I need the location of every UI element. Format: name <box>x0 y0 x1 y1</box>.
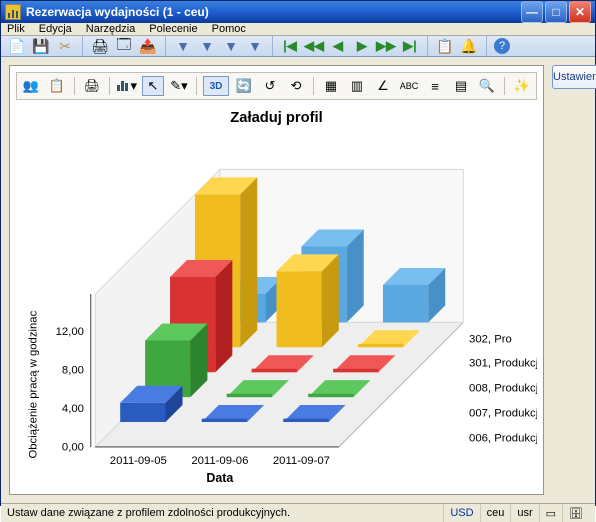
separator <box>504 77 505 95</box>
menu-help[interactable]: Pomoc <box>212 23 246 35</box>
xtick: 2011-09-07 <box>273 455 330 467</box>
nav-rewind-icon[interactable]: ◀◀ <box>304 36 324 56</box>
axes-icon[interactable]: ∠ <box>372 76 394 96</box>
separator <box>313 77 314 95</box>
export-icon[interactable]: 📤 <box>138 36 158 56</box>
window-title: Rezerwacja wydajności (1 - ceu) <box>26 5 519 19</box>
people-icon[interactable]: 👥 <box>20 76 42 96</box>
zoom-icon[interactable]: 🔍 <box>476 76 498 96</box>
filter3-icon[interactable]: ▼ <box>221 36 241 56</box>
separator <box>82 36 83 56</box>
chart-area: Załaduj profil 0,00 4,00 8,00 12,00 Obci… <box>16 100 537 488</box>
menu-command[interactable]: Polecenie <box>149 23 197 35</box>
x-axis-label: Data <box>206 471 233 485</box>
nav-prev-icon[interactable]: ◀ <box>328 36 348 56</box>
menu-file[interactable]: Plik <box>7 23 25 35</box>
props-icon[interactable]: ▤ <box>450 76 472 96</box>
status-db-icon[interactable]: 🗄 <box>562 504 589 522</box>
menu-edit[interactable]: Edycja <box>39 23 72 35</box>
bar-301-c1 <box>277 254 339 347</box>
grid-icon[interactable]: ▥ <box>346 76 368 96</box>
rotate3-icon[interactable]: ⟲ <box>285 76 307 96</box>
chart-toolbar: 👥 📋 🖨 ▾ ↖ ✎▾ 3D 🔄 ↺ ⟲ ▦ ▥ ∠ ABC ≡ ▤ <box>16 72 537 100</box>
app-window: Rezerwacja wydajności (1 - ceu) — □ ✕ Pl… <box>0 0 596 506</box>
chart-type-icon[interactable]: ▾ <box>116 76 138 96</box>
filter2-icon[interactable]: ▼ <box>197 36 217 56</box>
rotate-icon[interactable]: 🔄 <box>233 76 255 96</box>
doc-icon[interactable]: 📋 <box>435 36 455 56</box>
save-icon[interactable]: 💾 <box>31 36 51 56</box>
side-pane: Ustawienia <box>552 65 596 495</box>
print-icon[interactable]: 🖨 <box>90 36 110 56</box>
close-button[interactable]: ✕ <box>569 1 591 23</box>
content-area: 👥 📋 🖨 ▾ ↖ ✎▾ 3D 🔄 ↺ ⟲ ▦ ▥ ∠ ABC ≡ ▤ <box>1 57 595 503</box>
bell-icon[interactable]: 🔔 <box>459 36 479 56</box>
chart-svg: Załaduj profil 0,00 4,00 8,00 12,00 Obci… <box>16 100 537 488</box>
rotate2-icon[interactable]: ↺ <box>259 76 281 96</box>
ytick: 12,00 <box>56 326 84 338</box>
list-icon[interactable]: ≡ <box>424 76 446 96</box>
separator <box>486 36 487 56</box>
status-currency[interactable]: USD <box>443 504 479 522</box>
y-axis-label: Obciążenie pracą w godzinac <box>27 310 39 458</box>
3d-toggle[interactable]: 3D <box>203 76 229 96</box>
series-label: 007, Produkcja <box>469 407 537 419</box>
filter4-icon[interactable]: ▼ <box>245 36 265 56</box>
new-icon[interactable]: 📄 <box>7 36 27 56</box>
main-toolbar: 📄 💾 ✂ 🖨 🗔 📤 ▼ ▼ ▼ ▼ |◀ ◀◀ ◀ ▶ ▶▶ ▶| 📋 🔔 … <box>1 36 595 57</box>
pointer-icon[interactable]: ↖ <box>142 76 164 96</box>
labels-icon[interactable]: ABC <box>398 76 420 96</box>
copy-icon[interactable]: 📋 <box>46 76 68 96</box>
maximize-button[interactable]: □ <box>545 1 567 23</box>
legend-icon[interactable]: ▦ <box>320 76 342 96</box>
settings-button[interactable]: Ustawienia <box>552 65 596 89</box>
chart-title: Załaduj profil <box>230 110 322 126</box>
xtick: 2011-09-06 <box>191 455 248 467</box>
status-window-icon[interactable]: ▭ <box>539 504 562 522</box>
help-icon[interactable]: ? <box>494 38 510 54</box>
separator <box>196 77 197 95</box>
status-user[interactable]: usr <box>510 504 538 522</box>
bar-302-c2 <box>383 268 445 322</box>
filter1-icon[interactable]: ▼ <box>173 36 193 56</box>
series-label: 302, Pro <box>469 334 512 346</box>
cut-icon[interactable]: ✂ <box>55 36 75 56</box>
nav-last-icon[interactable]: ▶| <box>400 36 420 56</box>
separator <box>74 77 75 95</box>
chart-frame: 👥 📋 🖨 ▾ ↖ ✎▾ 3D 🔄 ↺ ⟲ ▦ ▥ ∠ ABC ≡ ▤ <box>9 65 544 495</box>
app-icon <box>5 4 21 20</box>
nav-next-icon[interactable]: ▶ <box>352 36 372 56</box>
ytick: 8,00 <box>62 364 84 376</box>
ytick: 4,00 <box>62 403 84 415</box>
separator <box>165 36 166 56</box>
separator <box>109 77 110 95</box>
nav-forward-icon[interactable]: ▶▶ <box>376 36 396 56</box>
menubar: Plik Edycja Narzędzia Polecenie Pomoc <box>1 23 595 36</box>
status-company[interactable]: ceu <box>480 504 511 522</box>
preview-icon[interactable]: 🗔 <box>114 36 134 56</box>
separator <box>427 36 428 56</box>
wand-icon[interactable]: ✨ <box>511 76 533 96</box>
series-label: 006, Produkcja <box>469 432 537 444</box>
series-label: 301, Produkcja <box>469 358 537 370</box>
nav-first-icon[interactable]: |◀ <box>280 36 300 56</box>
series-label: 008, Produkcja <box>469 382 537 394</box>
status-text: Ustaw dane związane z profilem zdolności… <box>7 507 443 519</box>
pen-icon[interactable]: ✎▾ <box>168 76 190 96</box>
print-chart-icon[interactable]: 🖨 <box>81 76 103 96</box>
titlebar[interactable]: Rezerwacja wydajności (1 - ceu) — □ ✕ <box>1 1 595 23</box>
minimize-button[interactable]: — <box>521 1 543 23</box>
ytick: 0,00 <box>62 441 84 453</box>
xtick: 2011-09-05 <box>110 455 167 467</box>
separator <box>272 36 273 56</box>
